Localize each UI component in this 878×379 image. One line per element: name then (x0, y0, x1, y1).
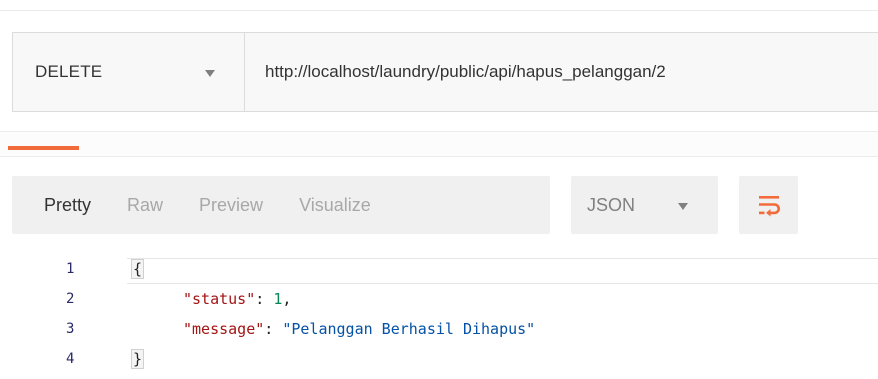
line-number: 3 (66, 321, 75, 337)
line-number: 2 (66, 291, 75, 307)
json-colon: : (264, 320, 283, 338)
format-select[interactable]: JSON (571, 176, 718, 234)
format-label: JSON (587, 194, 636, 215)
view-mode-tabs: Pretty Raw Preview Visualize (12, 176, 550, 234)
method-select[interactable]: DELETE (13, 33, 245, 111)
json-number: 1 (273, 290, 283, 308)
code-line: } (131, 349, 145, 369)
tab-raw[interactable]: Raw (109, 176, 181, 234)
tab-pretty[interactable]: Pretty (12, 176, 109, 234)
close-brace: } (131, 349, 145, 369)
text-wrap-icon (758, 196, 780, 217)
json-colon: : (255, 290, 274, 308)
line-number-gutter: 1 2 3 4 (0, 256, 120, 379)
chevron-down-icon (678, 203, 688, 210)
response-tab-strip (0, 131, 878, 157)
active-line-highlight (127, 258, 878, 284)
url-input[interactable]: http://localhost/laundry/public/api/hapu… (245, 33, 878, 111)
json-key: "message" (183, 320, 265, 338)
code-line: "message": "Pelanggan Berhasil Dihapus" (183, 320, 535, 338)
tab-preview[interactable]: Preview (181, 176, 281, 234)
request-bar: DELETE http://localhost/laundry/public/a… (12, 32, 878, 112)
line-number: 1 (66, 261, 75, 277)
json-string: "Pelanggan Berhasil Dihapus" (282, 320, 536, 338)
wrap-lines-button[interactable] (739, 176, 798, 234)
top-divider (0, 10, 878, 11)
code-line: { (131, 259, 145, 279)
chevron-down-icon (205, 70, 215, 77)
active-tab-indicator (8, 146, 79, 150)
json-key: "status" (183, 290, 256, 308)
code-line: "status": 1, (183, 290, 291, 308)
method-label: DELETE (35, 62, 103, 81)
open-brace: { (131, 259, 145, 279)
tab-visualize[interactable]: Visualize (281, 176, 389, 234)
json-comma: , (282, 290, 292, 308)
line-number: 4 (66, 351, 75, 367)
